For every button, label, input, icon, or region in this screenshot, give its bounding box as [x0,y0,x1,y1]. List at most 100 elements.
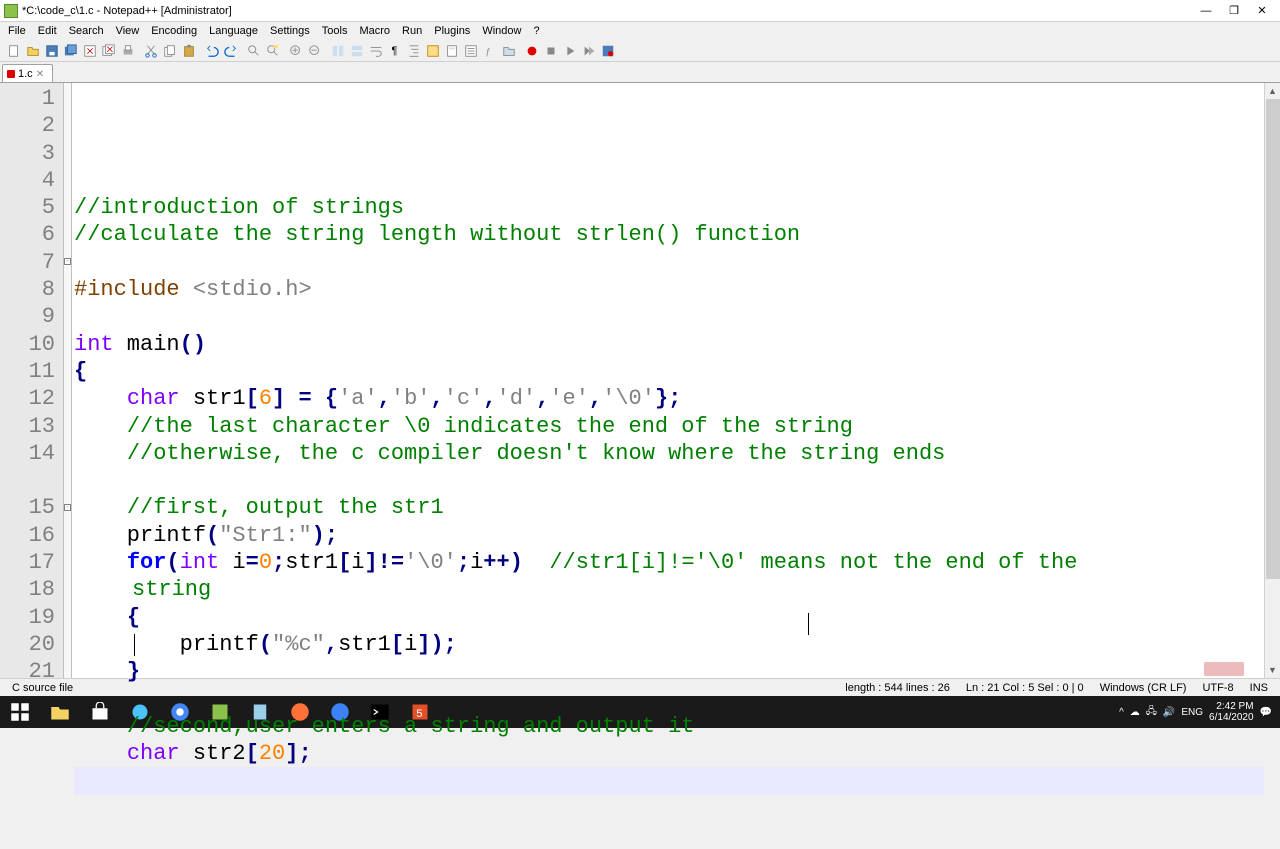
menu-settings[interactable]: Settings [264,24,316,38]
menu-run[interactable]: Run [396,24,428,38]
print-icon[interactable] [119,42,136,59]
menu-help[interactable]: ? [527,24,545,38]
wrap-icon[interactable] [367,42,384,59]
line-number: 18 [0,576,63,603]
code-line[interactable] [74,767,1264,794]
sync-v-icon[interactable] [329,42,346,59]
menu-macro[interactable]: Macro [353,24,396,38]
line-number: 13 [0,413,63,440]
save-all-icon[interactable] [62,42,79,59]
redo-icon[interactable] [222,42,239,59]
code-line[interactable] [74,249,1264,276]
code-line[interactable]: //second,user enters a string and output… [74,713,1264,740]
tab-bar: 1.c ✕ [0,62,1280,82]
menu-edit[interactable]: Edit [32,24,63,38]
menu-file[interactable]: File [2,24,32,38]
doc-map-icon[interactable] [443,42,460,59]
menu-plugins[interactable]: Plugins [428,24,476,38]
code-line[interactable] [74,303,1264,330]
code-line[interactable]: char str2[20]; [74,740,1264,767]
menu-window[interactable]: Window [476,24,527,38]
code-line[interactable]: } [74,658,1264,685]
stop-macro-icon[interactable] [542,42,559,59]
indent-guide-icon[interactable] [405,42,422,59]
code-line[interactable]: //otherwise, the c compiler doesn't know… [74,440,1264,467]
fold-toggle-icon[interactable]: - [64,258,71,265]
tab-label: 1.c [18,68,33,80]
code-line[interactable] [74,467,1264,494]
code-line[interactable]: printf("%c",str1[i]); [74,631,1264,658]
line-number: 4 [0,167,63,194]
menu-search[interactable]: Search [63,24,110,38]
line-number: 19 [0,604,63,631]
scroll-thumb[interactable] [1266,99,1280,579]
play-macro-icon[interactable] [561,42,578,59]
code-line[interactable]: { [74,358,1264,385]
tab-close-icon[interactable]: ✕ [36,69,44,80]
code-line[interactable]: string [74,576,1264,603]
func-list-icon[interactable]: ƒ [481,42,498,59]
menu-language[interactable]: Language [203,24,264,38]
sync-h-icon[interactable] [348,42,365,59]
secondary-cursor [808,613,809,635]
line-number-gutter: 1234567891011121314 15161718192021 [0,83,64,678]
code-line[interactable]: { [74,604,1264,631]
save-icon[interactable] [43,42,60,59]
code-line[interactable]: printf("Str1:"); [74,522,1264,549]
line-number: 20 [0,631,63,658]
close-button[interactable]: ✕ [1248,1,1276,21]
all-chars-icon[interactable]: ¶ [386,42,403,59]
line-number: 16 [0,522,63,549]
line-number: 7 [0,249,63,276]
line-number: 1 [0,85,63,112]
menu-view[interactable]: View [110,24,146,38]
code-line[interactable]: for(int i=0;str1[i]!='\0';i++) //str1[i]… [74,549,1264,576]
maximize-button[interactable]: ❐ [1220,1,1248,21]
record-macro-icon[interactable] [523,42,540,59]
code-line[interactable]: //introduction of strings [74,194,1264,221]
doc-list-icon[interactable] [462,42,479,59]
new-file-icon[interactable] [5,42,22,59]
open-file-icon[interactable] [24,42,41,59]
zoom-in-icon[interactable] [287,42,304,59]
code-line[interactable]: //the last character \0 indicates the en… [74,413,1264,440]
paste-icon[interactable] [180,42,197,59]
line-number: 15 [0,494,63,521]
minimize-button[interactable]: — [1192,1,1220,21]
replace-icon[interactable] [264,42,281,59]
menu-bar: File Edit Search View Encoding Language … [0,22,1280,40]
line-number: 10 [0,331,63,358]
tab-file-1[interactable]: 1.c ✕ [2,64,53,82]
code-area[interactable]: //introduction of strings//calculate the… [72,83,1264,678]
code-line[interactable] [74,686,1264,713]
cut-icon[interactable] [142,42,159,59]
scroll-up-icon[interactable]: ▲ [1265,83,1280,99]
menu-tools[interactable]: Tools [316,24,354,38]
code-line[interactable]: int main() [74,331,1264,358]
start-button[interactable] [0,696,40,728]
line-number: 2 [0,112,63,139]
scroll-down-icon[interactable]: ▼ [1265,662,1280,678]
play-multi-icon[interactable] [580,42,597,59]
find-icon[interactable] [245,42,262,59]
menu-encoding[interactable]: Encoding [145,24,203,38]
folder-icon[interactable] [500,42,517,59]
copy-icon[interactable] [161,42,178,59]
ud-lang-icon[interactable] [424,42,441,59]
fold-toggle-icon[interactable]: - [64,504,71,511]
close-file-icon[interactable] [81,42,98,59]
code-line[interactable]: #include <stdio.h> [74,276,1264,303]
code-line[interactable]: //first, output the str1 [74,494,1264,521]
vertical-scrollbar[interactable]: ▲ ▼ [1264,83,1280,678]
code-line[interactable]: char str1[6] = {'a','b','c','d','e','\0'… [74,385,1264,412]
editor: 1234567891011121314 15161718192021 -- //… [0,82,1280,678]
line-number: 14 [0,440,63,467]
close-all-icon[interactable] [100,42,117,59]
zoom-out-icon[interactable] [306,42,323,59]
undo-icon[interactable] [203,42,220,59]
save-macro-icon[interactable] [599,42,616,59]
line-number: 8 [0,276,63,303]
code-line[interactable]: //calculate the string length without st… [74,221,1264,248]
line-number: 6 [0,221,63,248]
line-number: 12 [0,385,63,412]
